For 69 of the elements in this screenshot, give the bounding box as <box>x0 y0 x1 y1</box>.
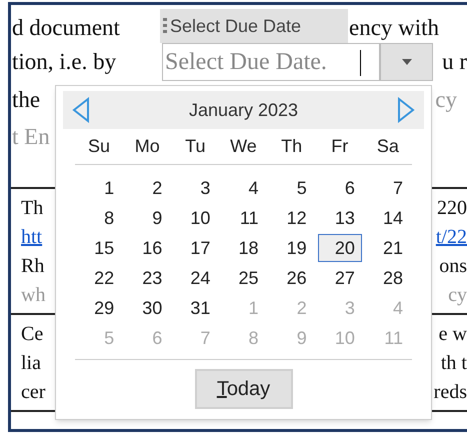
day-cell[interactable]: 14 <box>366 204 410 232</box>
content-control-title[interactable]: Select Due Date <box>160 9 348 43</box>
body-text: the <box>11 86 40 114</box>
day-cell[interactable]: 9 <box>125 204 170 232</box>
body-text: tion, i.e. by <box>11 48 118 76</box>
day-cell[interactable]: 17 <box>173 234 218 262</box>
weekday-label: Tu <box>185 135 206 158</box>
day-cell[interactable]: 6 <box>318 174 362 202</box>
body-text: ency with <box>348 14 440 42</box>
body-text: Th <box>20 196 44 220</box>
caret-icon <box>402 59 412 65</box>
right-arrow-icon <box>397 97 415 123</box>
left-arrow-icon <box>72 97 90 123</box>
body-text: th t <box>440 350 467 376</box>
day-cell[interactable]: 21 <box>366 234 410 262</box>
day-cell[interactable]: 20 <box>318 234 362 262</box>
body-text: lia <box>20 350 41 376</box>
day-cell[interactable]: 22 <box>77 264 122 292</box>
day-cell[interactable]: 1 <box>77 174 122 202</box>
day-cell[interactable]: 27 <box>318 264 362 292</box>
day-cell[interactable]: 30 <box>125 294 170 322</box>
day-cell[interactable]: 13 <box>318 204 362 232</box>
weekday-label: Su <box>88 135 110 158</box>
day-cell[interactable]: 8 <box>77 204 122 232</box>
weekday-label: Th <box>281 135 302 158</box>
weekday-label: Fr <box>331 135 348 158</box>
day-cell[interactable]: 29 <box>77 294 122 322</box>
dropdown-button[interactable] <box>380 43 433 81</box>
link[interactable]: htt <box>11 222 42 252</box>
day-cell[interactable]: 11 <box>221 204 266 232</box>
body-text: d document <box>11 14 121 42</box>
body-text: ons <box>439 254 467 278</box>
weekday-label: Sa <box>376 135 399 158</box>
day-cell[interactable]: 5 <box>270 174 314 202</box>
body-text: cer <box>20 380 46 404</box>
body-text: cy <box>435 86 458 114</box>
day-cell[interactable]: 2 <box>125 174 170 202</box>
body-text: t En <box>11 122 50 151</box>
body-text: e w <box>438 322 467 346</box>
day-cell[interactable]: 25 <box>221 264 266 292</box>
day-cell[interactable]: 26 <box>270 264 314 292</box>
body-text: u r <box>441 48 467 76</box>
body-text: wh <box>20 282 46 308</box>
link[interactable]: t/22 <box>436 222 467 252</box>
date-field[interactable]: Select Due Date. <box>162 43 380 81</box>
day-cell[interactable]: 15 <box>77 234 122 262</box>
body-text: 220 <box>437 196 467 220</box>
body-text: cy <box>448 282 467 308</box>
body-text: Rh <box>20 254 44 278</box>
month-title: January 2023 <box>188 98 298 122</box>
day-cell[interactable]: 19 <box>270 234 314 262</box>
day-cell[interactable]: 7 <box>366 174 410 202</box>
weekday-label: Mo <box>134 135 160 158</box>
drag-handle-icon <box>163 17 167 35</box>
today-button[interactable]: Today <box>194 369 292 409</box>
body-text: Ce <box>20 322 44 346</box>
day-cell[interactable]: 3 <box>173 174 218 202</box>
day-cell[interactable]: 12 <box>270 204 314 232</box>
day-cell[interactable]: 16 <box>125 234 170 262</box>
body-text: reds <box>434 380 467 404</box>
weekday-label: We <box>230 135 257 158</box>
day-cell[interactable]: 28 <box>366 264 410 292</box>
day-cell[interactable]: 10 <box>173 204 218 232</box>
day-cell[interactable]: 23 <box>125 264 170 292</box>
day-cell[interactable]: 4 <box>221 174 266 202</box>
day-cell[interactable]: 18 <box>221 234 266 262</box>
text-cursor <box>360 50 361 76</box>
day-cell[interactable]: 31 <box>173 294 218 322</box>
day-cell[interactable]: 24 <box>173 264 218 292</box>
